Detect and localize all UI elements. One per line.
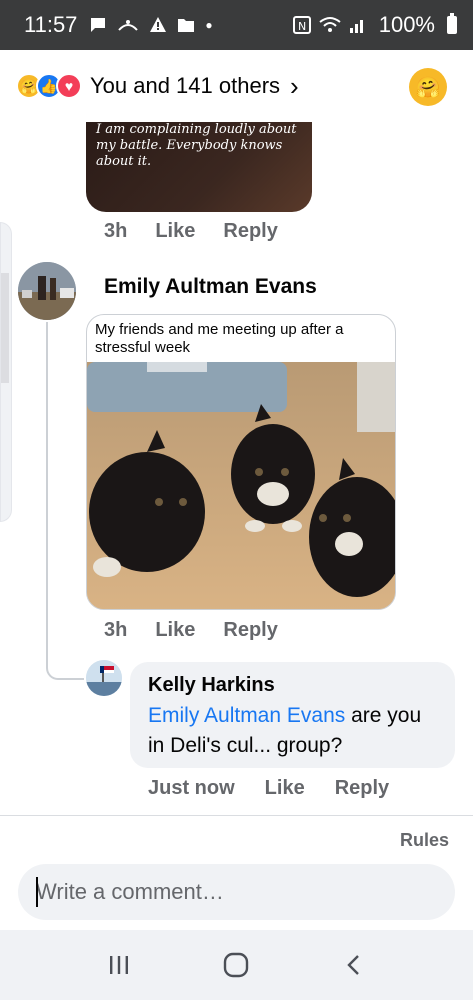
reaction-icons: 🤗 👍 ♥ [16,73,82,99]
care-reaction-button[interactable]: 🤗 [409,68,447,106]
previous-comment-image[interactable]: I am complaining loudly about my battle.… [86,122,312,212]
status-bar: 11:57 ● N 100% [0,0,473,50]
emily-reply-button[interactable]: Reply [223,619,277,642]
home-icon [224,952,249,978]
kelly-reply-bubble[interactable]: Kelly Harkins Emily Aultman Evans are yo… [130,662,455,768]
message-icon [91,18,106,32]
recent-apps-icon [109,956,128,974]
previous-like-button[interactable]: Like [155,220,195,243]
reactions-summary-text[interactable]: You and 141 others [90,73,280,99]
system-nav-bar [0,930,473,1000]
rules-link[interactable]: Rules [400,830,449,851]
kelly-reply-actions: Just now Like Reply [148,777,389,800]
kittens-gif-image[interactable] [87,362,395,609]
battery-percent: 100% [378,12,435,37]
home-button[interactable] [216,945,256,985]
previous-comment-actions: 3h Like Reply [104,220,278,243]
kelly-like-button[interactable]: Like [265,777,305,800]
kelly-commenter-name[interactable]: Kelly Harkins [148,674,437,697]
chevron-right-icon[interactable]: › [290,71,299,102]
reactions-summary-bar[interactable]: 🤗 👍 ♥ You and 141 others › 🤗 [0,50,473,122]
recent-apps-button[interactable] [99,945,139,985]
avatar-kelly[interactable] [86,660,122,696]
kelly-reply-text: Emily Aultman Evans are you in Deli's cu… [148,701,437,761]
warning-icon [150,17,167,32]
dot-icon: ● [205,18,213,32]
gif-caption: My friends and me meeting up after a str… [95,321,344,356]
status-notification-icons: ● [89,16,213,34]
battery-icon [447,13,457,34]
wifi-icon [319,17,341,32]
back-icon [347,955,359,975]
emily-comment-actions: 3h Like Reply [104,619,278,642]
side-panel-handle [1,273,9,383]
emily-like-button[interactable]: Like [155,619,195,642]
previous-reply-button[interactable]: Reply [223,220,277,243]
status-system-icons: N 100% [292,12,457,38]
mention-link[interactable]: Emily Aultman Evans [148,704,345,727]
back-button[interactable] [334,945,374,985]
previous-image-caption: I am complaining loudly about my battle.… [96,122,297,169]
gif-attachment[interactable]: My friends and me meeting up after a str… [86,314,396,610]
kelly-reply-button[interactable]: Reply [335,777,389,800]
svg-text:N: N [298,20,306,33]
emily-commenter-name[interactable]: Emily Aultman Evans [104,275,317,299]
comment-input[interactable] [18,864,455,920]
love-icon: ♥ [56,73,82,99]
accessibility-icon [118,20,139,31]
avatar-emily[interactable] [18,262,76,320]
emily-comment-time[interactable]: 3h [104,619,127,642]
nfc-icon: N [292,16,311,34]
reply-thread-line [46,322,84,680]
kelly-reply-time[interactable]: Just now [148,777,235,800]
folder-icon [178,19,195,32]
text-cursor [36,877,38,907]
status-time: 11:57 [24,12,78,37]
signal-icon [349,20,363,33]
previous-comment-time[interactable]: 3h [104,220,127,243]
side-panel-edge [0,222,12,522]
divider [0,815,473,816]
